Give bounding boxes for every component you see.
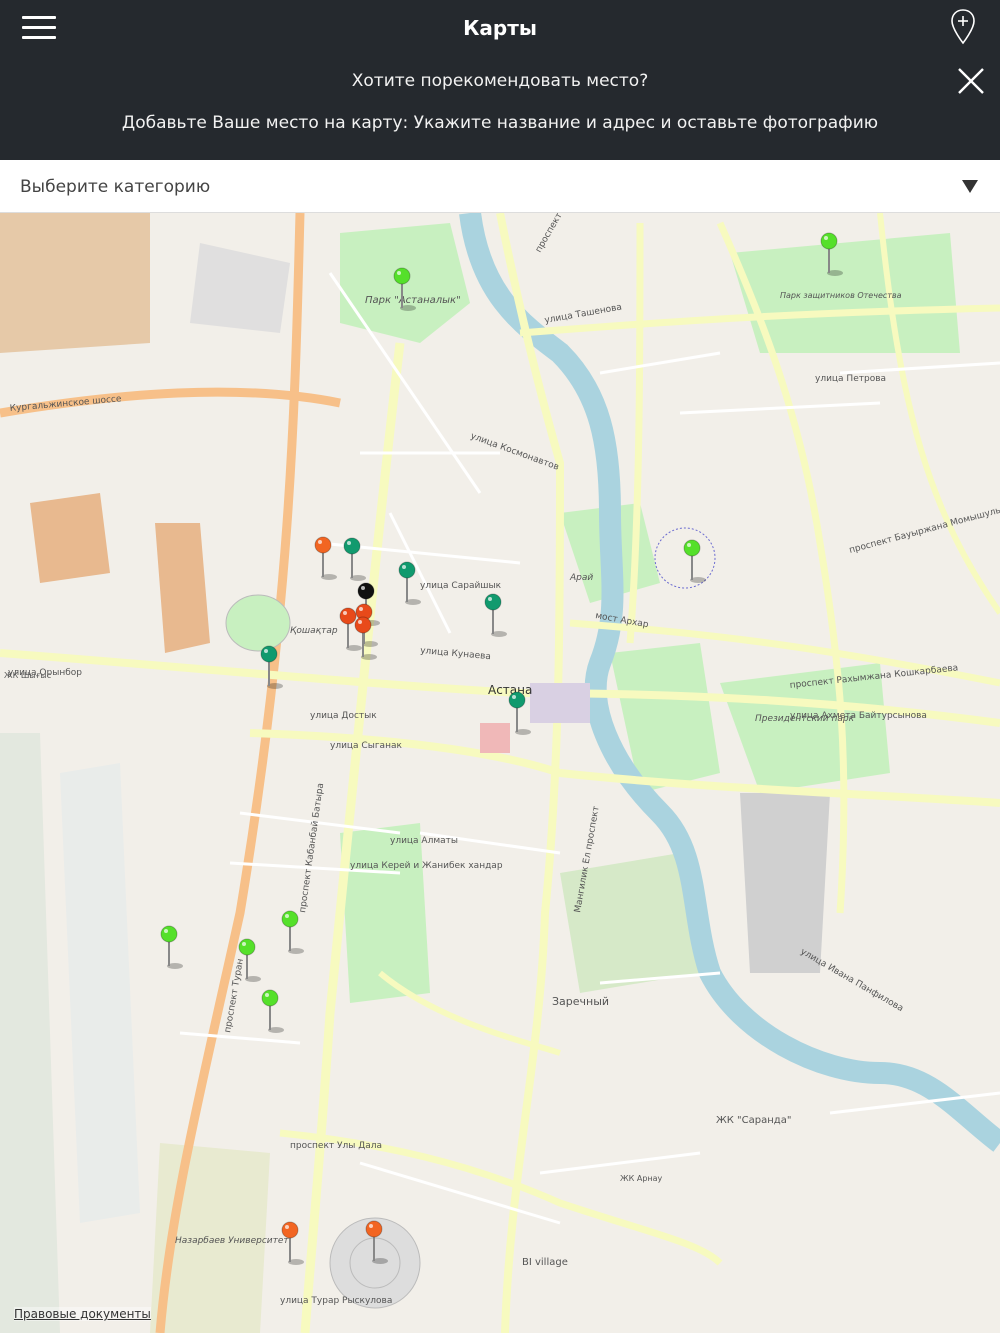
- place-label: ЖК Шығыс: [4, 671, 51, 680]
- street-label: проспект Улы Дала: [290, 1141, 382, 1151]
- place-label: Парк защитников Отечества: [780, 291, 902, 300]
- category-select-label: Выберите категорию: [20, 177, 211, 197]
- triangle-down-icon: [962, 180, 978, 193]
- street-label: улица Сыганак: [330, 741, 402, 751]
- category-select[interactable]: Выберите категорию: [0, 160, 1000, 213]
- street-label: улица Достык: [310, 711, 377, 721]
- recommend-description: Добавьте Ваше место на карту: Укажите на…: [121, 113, 879, 133]
- city-label-astana: Астана: [488, 683, 532, 697]
- place-label: BI village: [522, 1257, 568, 1268]
- map-view[interactable]: Кургальжинское шоссе улица Орынбор просп…: [0, 213, 1000, 1333]
- place-label: Назарбаев Университет: [175, 1236, 289, 1246]
- street-label: улица Турар Рыскулова: [280, 1296, 392, 1306]
- street-label: улица Сарайшык: [420, 581, 502, 591]
- place-label: Президентский парк: [755, 714, 855, 724]
- place-label: ЖК "Саранда": [716, 1115, 791, 1126]
- street-label: улица Петрова: [815, 374, 886, 384]
- street-label: улица Алматы: [390, 836, 458, 846]
- place-label: Заречный: [552, 995, 609, 1008]
- close-icon[interactable]: [956, 66, 986, 96]
- page-title: Карты: [463, 16, 537, 40]
- top-bar: Карты Хотите порекомендовать место? Доба…: [0, 0, 1000, 160]
- residential-area: [0, 213, 150, 353]
- place-label: Қошақтар: [290, 626, 338, 636]
- street-label: улица Керей и Жанибек хандар: [350, 861, 503, 871]
- map-pin-plus-icon[interactable]: [950, 8, 976, 46]
- place-label: Парк "Астаналык": [365, 295, 461, 306]
- legal-documents-link[interactable]: Правовые документы: [14, 1307, 151, 1321]
- map-canvas[interactable]: Кургальжинское шоссе улица Орынбор просп…: [0, 213, 1000, 1333]
- place-label: ЖК Арнау: [620, 1174, 663, 1183]
- recommend-question: Хотите порекомендовать место?: [351, 71, 649, 91]
- place-label: Арай: [569, 573, 593, 583]
